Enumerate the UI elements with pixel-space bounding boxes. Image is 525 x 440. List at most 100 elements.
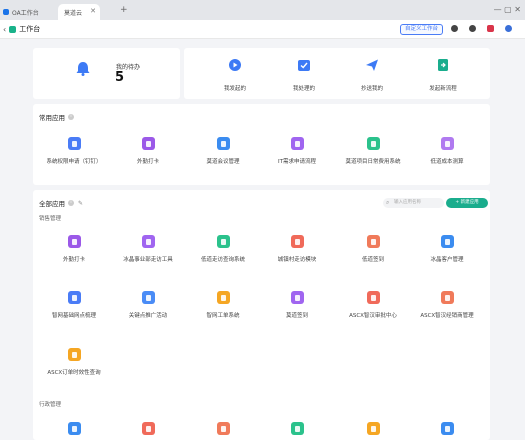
app-tile[interactable]: 低道签到 [335,235,411,263]
tab-favicon-icon [3,9,9,15]
browser-tab-oa[interactable]: OA工作台 [0,4,52,20]
app-tile[interactable] [185,422,261,435]
app-tile[interactable] [259,422,335,435]
app-tile[interactable]: 关键点推广活动 [110,291,186,319]
app-label: 外勤打卡 [62,257,85,263]
todo-count: 5 [115,70,125,85]
app-icon [67,235,81,248]
app-label: ASCX智汉经销商管理 [420,313,474,319]
flow-label: 发起新流程 [429,86,457,92]
app-tile[interactable]: ASCX订单时效性查询 [36,348,112,376]
flow-initiated-by-me[interactable]: 我发起的 [205,58,265,92]
workbench-logo-icon [9,25,17,33]
app-icon [290,137,304,150]
app-tile[interactable]: 莫道会议管理 [185,137,261,165]
app-tile[interactable]: 冰晶事业部走访工具 [110,235,186,263]
flow-handled-by-me[interactable]: 我处理的 [274,58,334,92]
app-icon [67,348,81,361]
app-icon [366,137,380,150]
app-icon [216,422,230,435]
app-tile[interactable] [335,422,411,435]
new-tab-button[interactable]: + [120,5,128,15]
app-icon [290,291,304,304]
common-apps-card: 常用应用 i 系统权限申请（钉钉） 外勤打卡 莫道会议管理 IT需求申请流程 莫道项目日… [33,104,490,185]
flow-new-process[interactable]: 发起新流程 [413,58,473,92]
flow-label: 我处理的 [292,86,315,92]
app-icon [366,235,380,248]
app-icon [216,137,230,150]
search-placeholder: 输入应用名称 [394,200,421,205]
app-icon [216,291,230,304]
tab-label: 莫道云 [64,9,83,17]
settings-icon[interactable] [451,25,458,32]
app-label: 低道签到 [361,257,384,263]
app-icon [141,137,155,150]
tab-label: OA工作台 [12,9,39,17]
app-tile[interactable]: 外勤打卡 [36,235,112,263]
app-label: 莫道项目日常费用系统 [345,159,401,165]
app-label: ASCX订单时效性查询 [47,370,101,376]
section-title: 常用应用 [39,114,65,122]
new-app-button[interactable]: + 新建应用 [446,198,488,208]
info-icon[interactable]: i [68,200,74,206]
app-tile[interactable] [36,422,112,435]
app-header: ‹ 工作台 自定义工作台 [0,20,525,39]
page-title: 工作台 [19,25,41,33]
app-tile[interactable]: ASCX智汉经销商管理 [409,291,485,319]
app-icon [141,422,155,435]
notification-icon[interactable] [469,25,476,32]
app-label: 冰晶客户管理 [430,257,464,263]
app-label: ASCX智汉审批中心 [349,313,397,319]
app-icon [141,235,155,248]
app-label: 智网基础网点梳理 [51,313,96,319]
app-label: 城镇村走访模块 [277,257,317,263]
app-badge-icon[interactable] [487,25,494,32]
app-tile[interactable]: ASCX智汉审批中心 [335,291,411,319]
app-label: 智网工单系统 [206,313,240,319]
app-label: 系统权限申请（钉钉） [46,159,102,165]
app-tile[interactable] [409,422,485,435]
flow-cc-to-me[interactable]: 抄送我的 [342,58,402,92]
my-todo-card[interactable]: 我的待办 5 [33,48,180,99]
app-tile[interactable]: IT需求申请流程 [259,137,335,165]
flow-label: 我发起的 [223,86,246,92]
app-tile[interactable]: 系统权限申请（钉钉） [36,137,112,165]
app-tile[interactable]: 智网基础网点梳理 [36,291,112,319]
app-label: 莫道签到 [285,313,308,319]
back-icon[interactable]: ‹ [3,25,6,34]
app-icon [67,291,81,304]
app-label: 莫道会议管理 [206,159,240,165]
close-icon[interactable]: ✕ [90,7,96,15]
group-label: 销售管理 [39,216,62,222]
app-search-input[interactable]: ⌕ 输入应用名称 [383,198,444,208]
app-icon [141,291,155,304]
app-tile[interactable]: 低道走访查询系统 [185,235,261,263]
app-tile[interactable]: 莫道签到 [259,291,335,319]
app-tile[interactable]: 智网工单系统 [185,291,261,319]
section-title: 全部应用 [39,200,65,208]
browser-tab-active[interactable]: 莫道云 ✕ [58,4,100,20]
group-label: 行政管理 [39,402,62,408]
app-icon [67,422,81,435]
flow-label: 抄送我的 [360,86,383,92]
edit-icon[interactable]: ✎ [78,200,83,207]
app-tile[interactable]: 莫道项目日常费用系统 [335,137,411,165]
app-tile[interactable]: 低道成本测算 [409,137,485,165]
all-apps-card: 全部应用 i ✎ ⌕ 输入应用名称 + 新建应用 销售管理外勤打卡 冰晶事业部走访… [33,190,490,440]
info-icon[interactable]: i [68,114,74,120]
app-label: 低道成本测算 [430,159,464,165]
app-icon [366,422,380,435]
app-tile[interactable]: 冰晶客户管理 [409,235,485,263]
app-tile[interactable]: 城镇村走访模块 [259,235,335,263]
app-icon [440,422,454,435]
app-label: 低道走访查询系统 [200,257,245,263]
app-icon [290,235,304,248]
play-icon [229,59,241,71]
bell-icon [76,62,90,76]
customize-workbench-button[interactable]: 自定义工作台 [400,24,444,35]
flow-shortcuts-card: 我发起的 我处理的 抄送我的 发起新流程 [184,48,490,99]
app-tile[interactable]: 外勤打卡 [110,137,186,165]
app-tile[interactable] [110,422,186,435]
avatar[interactable] [505,25,512,32]
window-controls[interactable]: — ▢ ✕ [494,5,521,14]
